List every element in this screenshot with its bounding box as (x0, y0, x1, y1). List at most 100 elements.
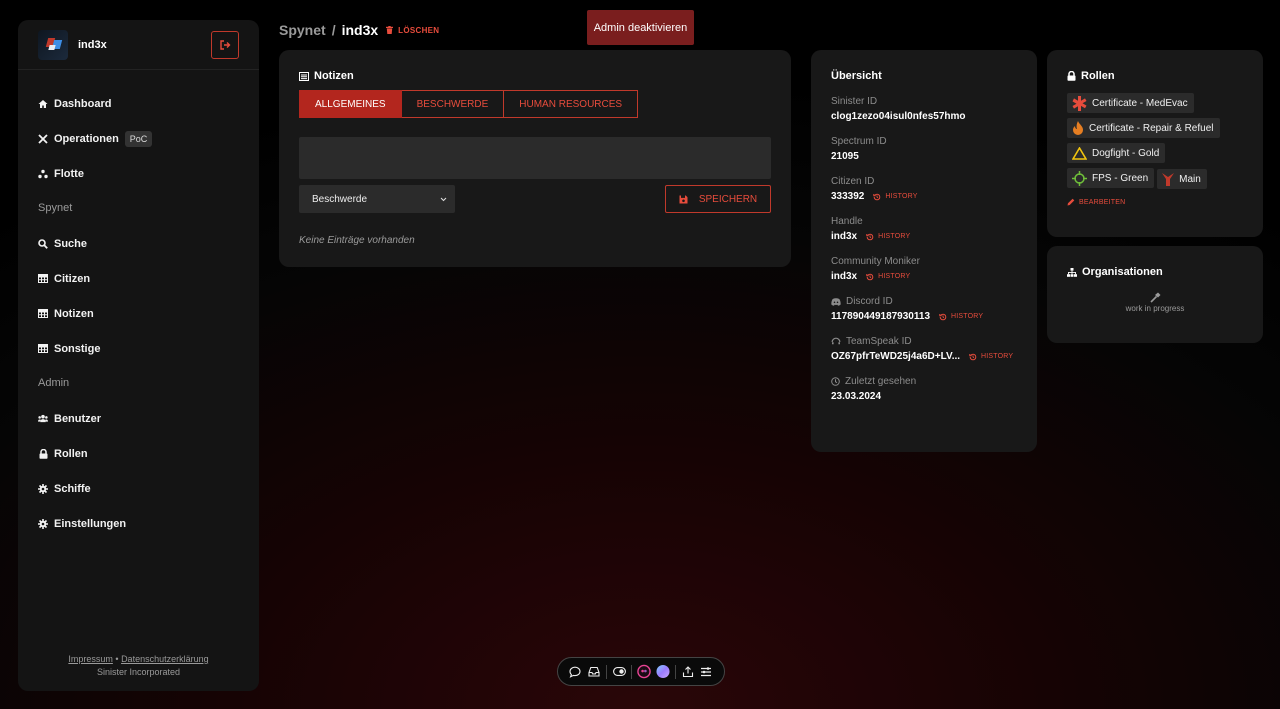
wip-text: work in progress (1125, 304, 1185, 313)
users-icon (38, 414, 48, 424)
history-label: HISTORY (951, 313, 984, 320)
tab-human-resources[interactable]: HUMAN RESOURCES (504, 90, 639, 118)
roles-title-text: Rollen (1081, 70, 1115, 82)
share-icon[interactable] (681, 665, 695, 679)
notes-title-text: Notizen (314, 70, 354, 82)
tab-allgemeines[interactable]: ALLGEMEINES (299, 90, 402, 118)
poc-badge: PoC (124, 130, 153, 147)
role-chip[interactable]: Main (1157, 169, 1207, 189)
avatar[interactable] (38, 29, 68, 60)
role-chip[interactable]: FPS - Green (1067, 168, 1155, 188)
roles-title: Rollen (1067, 70, 1243, 82)
sidebar-item-rollen[interactable]: Rollen (18, 436, 259, 471)
sidebar-item-citizen[interactable]: Citizen (18, 261, 259, 296)
orgs-title-text: Organisationen (1082, 266, 1163, 278)
history-label: HISTORY (878, 233, 911, 240)
role-label: Certificate - MedEvac (1092, 97, 1188, 109)
history-button[interactable]: HISTORY (873, 193, 917, 201)
history-button[interactable]: HISTORY (969, 353, 1013, 361)
delete-button[interactable]: LÖSCHEN (386, 26, 439, 35)
field-value: 23.03.2024 (831, 391, 882, 402)
note-type-select[interactable]: Beschwerde (299, 185, 455, 213)
role-chip[interactable]: Certificate - MedEvac (1067, 93, 1194, 113)
field-handle: Handle ind3x HISTORY (831, 216, 1017, 242)
tab-beschwerde[interactable]: BESCHWERDE (401, 90, 505, 118)
gear-icon (38, 518, 48, 529)
work-in-progress: work in progress (1067, 292, 1243, 313)
sidebar-item-label: Dashboard (54, 97, 112, 110)
edit-label: BEARBEITEN (1079, 198, 1126, 206)
roles-list: Certificate - MedEvac Certificate - Repa… (1067, 93, 1243, 194)
field-value: 117890449187930113 (831, 311, 931, 322)
toggle-icon[interactable] (612, 665, 626, 679)
footer-separator: • (115, 654, 119, 664)
sidebar-item-label: Citizen (54, 272, 91, 285)
save-button[interactable]: SPEICHERN (665, 185, 771, 213)
overview-title: Übersicht (831, 70, 882, 82)
sidebar-item-benutzer[interactable]: Benutzer (18, 401, 259, 436)
fleet-icon (38, 169, 48, 179)
sidebar-item-notizen[interactable]: Notizen (18, 296, 259, 331)
inbox-icon[interactable] (587, 665, 601, 679)
floating-toolbar (557, 657, 725, 686)
role-chip[interactable]: Dogfight - Gold (1067, 143, 1166, 163)
avatar-icon[interactable] (637, 664, 651, 679)
user-avatar-icon[interactable] (656, 664, 670, 679)
flame-icon (1072, 120, 1084, 136)
menu-icon[interactable] (699, 665, 713, 679)
gear-icon (38, 483, 48, 494)
field-value: ind3x (831, 271, 858, 282)
edit-roles-button[interactable]: BEARBEITEN (1067, 198, 1243, 206)
role-label: Main (1179, 173, 1201, 185)
sidebar-item-dashboard[interactable]: Dashboard (18, 86, 259, 121)
sidebar: ind3x Dashboard Operationen PoC Flotte S… (18, 20, 259, 691)
sidebar-nav: Dashboard Operationen PoC Flotte Spynet … (18, 70, 259, 541)
role-chip[interactable]: Certificate - Repair & Refuel (1067, 118, 1220, 138)
admin-deactivate-button[interactable]: Admin deaktivieren (587, 10, 694, 45)
chevron-down-icon (440, 197, 447, 201)
toolbar-divider (631, 664, 632, 679)
roles-card: Rollen Certificate - MedEvac Certificate… (1047, 50, 1263, 237)
triangle-icon (1072, 146, 1087, 160)
save-label: SPEICHERN (698, 193, 758, 205)
sidebar-item-sonstige[interactable]: Sonstige (18, 331, 259, 366)
sidebar-item-einstellungen[interactable]: Einstellungen (18, 506, 259, 541)
field-last-seen: Zuletzt gesehen 23.03.2024 (831, 376, 1017, 402)
note-textarea[interactable] (299, 137, 771, 179)
sidebar-footer: Impressum • Datenschutzerklärung Siniste… (18, 653, 259, 679)
orgs-title: Organisationen (1067, 266, 1243, 278)
overview-card: Übersicht Sinister ID clog1zezo04isul0nf… (811, 50, 1037, 452)
field-label: Sinister ID (831, 96, 878, 107)
hammer-icon (1149, 292, 1160, 303)
sidebar-item-operationen[interactable]: Operationen PoC (18, 121, 259, 156)
comment-icon[interactable] (568, 665, 582, 679)
logout-button[interactable] (211, 31, 239, 59)
sidebar-item-schiffe[interactable]: Schiffe (18, 471, 259, 506)
privacy-link[interactable]: Datenschutzerklärung (121, 654, 209, 664)
sidebar-username: ind3x (78, 38, 107, 51)
table-icon (38, 309, 48, 319)
field-community-moniker: Community Moniker ind3x HISTORY (831, 256, 1017, 282)
field-label: Community Moniker (831, 256, 920, 267)
field-label: TeamSpeak ID (846, 336, 912, 347)
field-label: Discord ID (846, 296, 893, 307)
teamspeak-icon (831, 337, 841, 346)
sidebar-header: ind3x (18, 20, 259, 70)
breadcrumb-root[interactable]: Spynet (279, 22, 326, 38)
logout-icon (219, 40, 230, 50)
crossed-swords-icon (38, 133, 48, 144)
notes-card: Notizen ALLGEMEINES BESCHWERDE HUMAN RES… (279, 50, 791, 267)
sidebar-item-flotte[interactable]: Flotte (18, 156, 259, 191)
field-value: clog1zezo04isul0nfes57hmo (831, 111, 966, 122)
history-button[interactable]: HISTORY (866, 273, 910, 281)
sidebar-item-label: Schiffe (54, 482, 91, 495)
sidebar-item-label: Sonstige (54, 342, 101, 355)
notes-title: Notizen (299, 70, 771, 82)
field-value: 333392 (831, 191, 865, 202)
field-label: Handle (831, 216, 863, 227)
history-button[interactable]: HISTORY (939, 313, 983, 321)
history-button[interactable]: HISTORY (866, 233, 910, 241)
sidebar-item-suche[interactable]: Suche (18, 226, 259, 261)
impressum-link[interactable]: Impressum (68, 654, 113, 664)
sitemap-icon (1067, 267, 1077, 277)
